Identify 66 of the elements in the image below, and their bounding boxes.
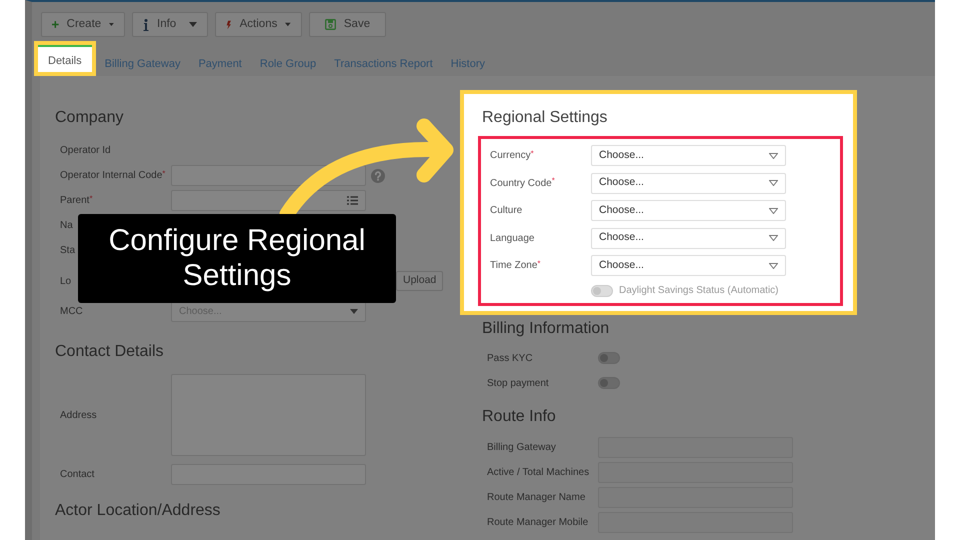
caret-icon bbox=[769, 208, 778, 214]
caption-label: Configure Regional Settings bbox=[78, 214, 396, 303]
tab[interactable]: Details bbox=[34, 40, 96, 76]
tab[interactable]: Payment bbox=[189, 52, 251, 76]
plus-icon bbox=[52, 19, 59, 30]
caret-icon bbox=[769, 180, 778, 186]
select-placeholder: Choose... bbox=[599, 230, 644, 246]
field-label: Billing Gateway bbox=[487, 442, 556, 452]
caret-icon bbox=[285, 22, 291, 27]
section-title: Billing Information bbox=[482, 318, 610, 338]
section-title: Actor Location/Address bbox=[55, 501, 222, 521]
toggle-switch[interactable] bbox=[598, 352, 620, 364]
tab[interactable]: Transactions Report bbox=[325, 52, 442, 76]
list-icon bbox=[347, 196, 358, 205]
toolbar-button[interactable]: Info bbox=[132, 12, 208, 37]
field-label: Sta bbox=[60, 245, 76, 256]
select-placeholder: Choose... bbox=[599, 175, 644, 190]
field-label: Contact bbox=[60, 469, 94, 480]
section-title: Company bbox=[55, 108, 124, 128]
toolbar-button[interactable]: Actions bbox=[215, 12, 302, 37]
field-label: Lo bbox=[60, 276, 72, 286]
field-label: Currency$^{*}$ bbox=[490, 150, 534, 162]
select-field[interactable]: Choose... bbox=[591, 255, 786, 276]
select-field[interactable]: Choose... bbox=[591, 200, 786, 222]
tab[interactable]: Role Group bbox=[250, 52, 326, 76]
toolbar-button[interactable]: Create bbox=[41, 12, 125, 37]
help-icon bbox=[371, 168, 385, 182]
section-title: Regional Settings bbox=[482, 108, 608, 128]
field-label: Culture bbox=[490, 205, 522, 216]
toggle-switch[interactable] bbox=[598, 377, 620, 389]
lightning-icon bbox=[226, 18, 232, 30]
caret-icon bbox=[350, 309, 358, 314]
field-label: Operator Internal Code$^{*}$ bbox=[60, 170, 166, 181]
field-label: Active / Total Machines bbox=[487, 466, 590, 478]
tab[interactable]: History bbox=[442, 52, 494, 76]
select-placeholder: Choose... bbox=[599, 148, 644, 163]
caret-icon bbox=[189, 22, 197, 27]
section-title: Route Info bbox=[482, 406, 557, 426]
caret-icon bbox=[109, 22, 114, 27]
toggle-label: Daylight Savings Status (Automatic) bbox=[619, 284, 779, 298]
toolbar-button[interactable]: Save bbox=[309, 12, 386, 37]
field-label: Route Manager Mobile bbox=[487, 516, 588, 528]
field-label: Route Manager Name bbox=[487, 492, 586, 502]
field-label: Pass KYC bbox=[487, 352, 533, 364]
upload-button[interactable]: Upload bbox=[396, 271, 444, 291]
field-label: Operator Id bbox=[60, 145, 111, 156]
caret-icon bbox=[769, 152, 778, 159]
field-label: Na bbox=[60, 220, 73, 231]
field-label: Stop payment bbox=[487, 378, 549, 388]
field-label: MCC bbox=[60, 306, 83, 317]
info-icon bbox=[143, 18, 149, 30]
field-label: Parent$^{*}$ bbox=[60, 195, 93, 206]
field-label: Address bbox=[60, 410, 97, 420]
select-placeholder: Choose... bbox=[599, 258, 644, 273]
select-field[interactable]: Choose... bbox=[591, 172, 786, 194]
caret-icon bbox=[769, 262, 778, 269]
section-title: Contact Details bbox=[55, 342, 164, 362]
select-field[interactable]: Choose... bbox=[591, 228, 786, 249]
select-placeholder: Choose... bbox=[599, 202, 644, 218]
caret-icon bbox=[769, 235, 778, 242]
field-label: Language bbox=[490, 232, 534, 244]
field-label: Time Zone$^{*}$ bbox=[490, 260, 541, 272]
field-label: Country Code$^{*}$ bbox=[490, 178, 555, 189]
tab[interactable]: Billing Gateway bbox=[96, 52, 190, 76]
select-field[interactable]: Choose... bbox=[591, 145, 786, 166]
list-picker-field[interactable] bbox=[171, 190, 366, 211]
